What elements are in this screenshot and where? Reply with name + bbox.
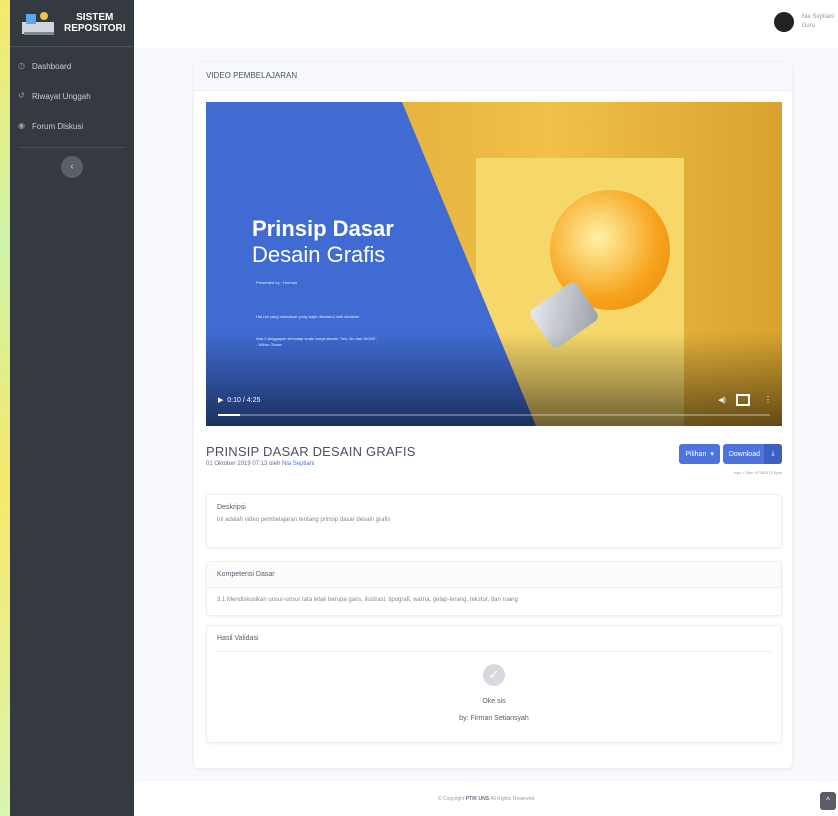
volume-icon: ◀): [718, 397, 726, 404]
scroll-to-top-button[interactable]: ^: [820, 792, 836, 810]
pilihan-label: Pilihan: [685, 450, 707, 458]
volume-button[interactable]: ◀): [718, 396, 726, 404]
video-controls: ▶ 0:10 / 4:25 ◀) ⋮: [206, 390, 782, 426]
fullscreen-button[interactable]: [736, 394, 750, 406]
sidebar-item-riwayat-unggah[interactable]: ↺ Riwayat Unggah: [10, 81, 134, 111]
video-progress-bar[interactable]: [218, 414, 770, 416]
video-progress-fill: [218, 414, 241, 416]
slide-line-2: Ada 3 tanggapan terhadap suatu karya des…: [256, 336, 377, 341]
deskripsi-title: Deskripsi: [217, 504, 246, 511]
download-label: Download: [728, 450, 760, 458]
validasi-by: by: Firman Setiansyah: [459, 715, 529, 722]
footer-suffix: All Rights Reserved: [489, 796, 535, 802]
more-options-icon[interactable]: ⋮: [764, 395, 772, 404]
validasi-panel: Hasil Validasi ✓ Oke sis by: Firman Seti…: [206, 625, 782, 743]
footer-org: PTIK UNS: [465, 796, 490, 802]
download-icon: ⤓: [764, 444, 782, 464]
slide-presenter: Presented by : Herman: [256, 280, 298, 285]
video-card: VIDEO PEMBELAJARAN Prinsip Dasar Desain …: [194, 62, 792, 768]
slide-title-2: Desain Grafis: [252, 242, 386, 267]
brand-line-1: SISTEM: [76, 12, 114, 23]
card-title: VIDEO PEMBELAJARAN: [194, 62, 792, 91]
topbar: Nia Septiani Guru: [134, 0, 838, 48]
repository-logo-icon: [20, 8, 58, 38]
sidebar-toggle-button[interactable]: ‹: [61, 156, 83, 178]
sidebar-nav: ◷ Dashboard ↺ Riwayat Unggah ◉ Forum Dis…: [10, 47, 134, 141]
sidebar: SISTEM REPOSITORI ◷ Dashboard ↺ Riwayat …: [10, 0, 134, 816]
caret-down-icon: ▾: [710, 451, 714, 458]
avatar: [773, 12, 794, 32]
slide-title-1: Prinsip Dasar: [252, 216, 394, 241]
user-role: Guru: [801, 23, 815, 29]
brand-line-2: REPOSITORI: [64, 23, 126, 34]
sidebar-item-label: Dashboard: [32, 61, 72, 71]
validasi-title: Hasil Validasi: [217, 626, 771, 652]
download-button[interactable]: Download ⤓: [722, 444, 782, 464]
check-circle-icon: ✓: [483, 664, 505, 686]
deskripsi-text: Ini adalah video pembelajaran tentang pr…: [217, 517, 391, 523]
forum-icon: ◉: [18, 121, 25, 130]
play-button[interactable]: ▶ 0:10 / 4:25: [218, 396, 260, 404]
sidebar-item-forum-diskusi[interactable]: ◉ Forum Diskusi: [10, 111, 134, 141]
dashboard-icon: ◷: [18, 61, 25, 70]
deskripsi-panel: Deskripsi Ini adalah video pembelajaran …: [206, 494, 782, 548]
chevron-up-icon: ^: [826, 796, 830, 805]
video-author-link[interactable]: Nia Septiani: [282, 461, 314, 467]
chevron-left-icon: ‹: [70, 161, 74, 172]
video-info: PRINSIP DASAR DESAIN GRAFIS 01 Oktober 2…: [206, 444, 782, 484]
sidebar-item-label: Riwayat Unggah: [32, 91, 91, 101]
sidebar-item-dashboard[interactable]: ◷ Dashboard: [10, 51, 134, 81]
file-meta: mp4 • Size: 97383175 Byte: [733, 470, 782, 475]
pilihan-button[interactable]: Pilihan ▾: [679, 444, 720, 464]
brand[interactable]: SISTEM REPOSITORI: [10, 0, 134, 47]
kompetensi-title: Kompetensi Dasar: [207, 562, 781, 588]
user-menu[interactable]: Nia Septiani Guru: [773, 12, 834, 32]
play-icon: ▶: [218, 397, 224, 404]
video-time: 0:10 / 4:25: [227, 397, 261, 404]
history-icon: ↺: [18, 91, 25, 100]
slide-line-1: Hal-hal yang mendasar yang wajib diketah…: [256, 314, 360, 319]
footer: © Copyright PTIK UNS All Rights Reserved: [134, 782, 838, 816]
kompetensi-text: 3.1 Mendiskusikan unsur-unsur tata letak…: [217, 597, 518, 603]
user-name: Nia Septiani: [801, 14, 834, 20]
main-content: VIDEO PEMBELAJARAN Prinsip Dasar Desain …: [134, 48, 838, 782]
footer-prefix: © Copyright: [437, 796, 466, 802]
sidebar-divider: [20, 147, 124, 148]
video-player[interactable]: Prinsip Dasar Desain Grafis Presented by…: [206, 102, 782, 426]
sidebar-item-label: Forum Diskusi: [32, 121, 84, 131]
kompetensi-panel: Kompetensi Dasar 3.1 Mendiskusikan unsur…: [206, 561, 782, 616]
video-date: 01 Oktober 2019 07:13 oleh: [206, 461, 283, 467]
slide-line-3: - Milton Glaser: [256, 342, 283, 347]
validasi-status: Oke sis: [482, 698, 506, 705]
